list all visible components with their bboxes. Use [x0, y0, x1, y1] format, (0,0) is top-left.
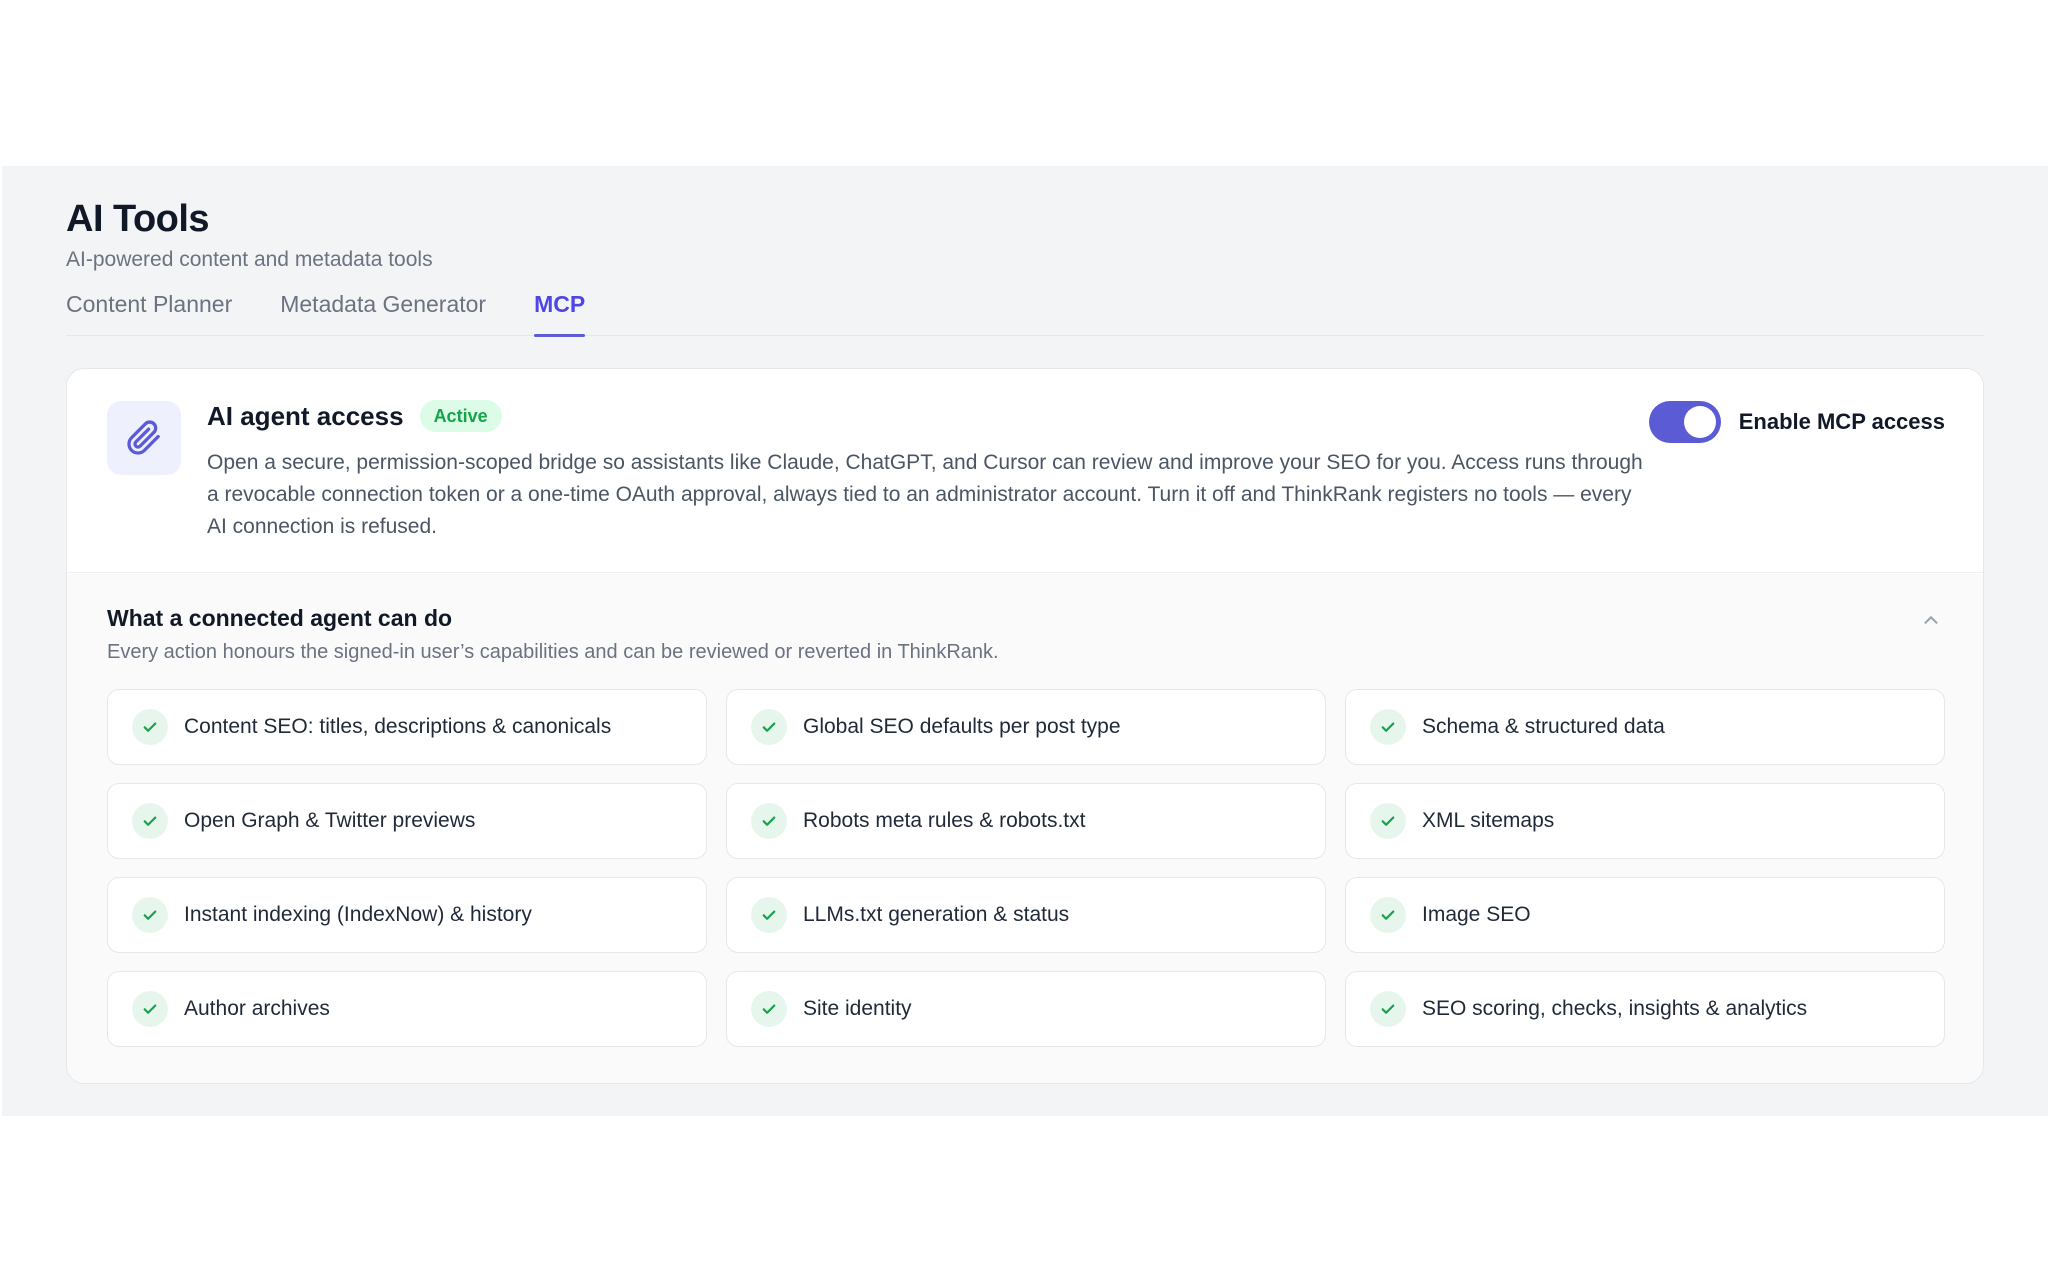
- capability-label: SEO scoring, checks, insights & analytic…: [1422, 997, 1808, 1020]
- check-icon: [132, 991, 168, 1027]
- list-item: Global SEO defaults per post type: [726, 689, 1326, 765]
- toggle-knob: [1683, 406, 1716, 438]
- capability-label: Schema & structured data: [1422, 715, 1665, 738]
- list-item: XML sitemaps: [1345, 783, 1945, 859]
- capability-label: Open Graph & Twitter previews: [184, 809, 476, 832]
- list-item: LLMs.txt generation & status: [726, 877, 1326, 953]
- capability-label: Author archives: [184, 997, 330, 1020]
- check-icon: [1370, 709, 1406, 745]
- enable-mcp-toggle[interactable]: [1648, 401, 1721, 443]
- check-icon: [751, 897, 787, 933]
- check-icon: [132, 897, 168, 933]
- capability-label: Site identity: [803, 997, 912, 1020]
- check-icon: [132, 803, 168, 839]
- page-container: AI Tools AI-powered content and metadata…: [2, 166, 2048, 1116]
- agent-title-row: AI agent access Active: [207, 399, 502, 433]
- capability-label: Robots meta rules & robots.txt: [803, 809, 1086, 832]
- capability-label: Instant indexing (IndexNow) & history: [184, 903, 532, 926]
- paperclip-icon: [107, 401, 181, 475]
- check-icon: [1370, 991, 1406, 1027]
- capability-label: Image SEO: [1422, 903, 1531, 926]
- list-item: Image SEO: [1345, 877, 1945, 953]
- check-icon: [751, 803, 787, 839]
- page-header: AI Tools AI-powered content and metadata…: [66, 196, 1984, 274]
- list-item: Schema & structured data: [1345, 689, 1945, 765]
- list-item: Site identity: [726, 971, 1326, 1047]
- check-icon: [1370, 897, 1406, 933]
- tab-mcp[interactable]: MCP: [534, 284, 586, 337]
- list-item: Instant indexing (IndexNow) & history: [107, 877, 707, 953]
- status-badge: Active: [419, 400, 502, 432]
- list-item: Robots meta rules & robots.txt: [726, 783, 1326, 859]
- enable-mcp-label[interactable]: Enable MCP access: [1739, 409, 1945, 435]
- agent-access-panel: AI agent access Active Open a secure, pe…: [67, 369, 1983, 573]
- capabilities-title: What a connected agent can do: [107, 605, 453, 631]
- tab-bar: Content Planner Metadata Generator MCP: [66, 284, 1984, 337]
- check-icon: [132, 709, 168, 745]
- capability-label: Content SEO: titles, descriptions & cano…: [184, 715, 612, 738]
- capability-label: Global SEO defaults per post type: [803, 715, 1121, 738]
- tab-content-planner[interactable]: Content Planner: [66, 284, 232, 336]
- page-subtitle: AI-powered content and metadata tools: [66, 248, 433, 271]
- list-item: SEO scoring, checks, insights & analytic…: [1345, 971, 1945, 1047]
- capability-label: LLMs.txt generation & status: [803, 903, 1070, 926]
- check-icon: [751, 709, 787, 745]
- capabilities-section: What a connected agent can do Every acti…: [67, 574, 1983, 1083]
- mcp-toggle-group: Enable MCP access: [1648, 401, 1945, 443]
- tab-metadata-generator[interactable]: Metadata Generator: [280, 284, 486, 336]
- check-icon: [1370, 803, 1406, 839]
- agent-access-description: Open a secure, permission-scoped bridge …: [207, 451, 1643, 538]
- list-item: Author archives: [107, 971, 707, 1047]
- list-item: Content SEO: titles, descriptions & cano…: [107, 689, 707, 765]
- mcp-card: AI agent access Active Open a secure, pe…: [66, 368, 1984, 1084]
- capabilities-grid: Content SEO: titles, descriptions & cano…: [107, 689, 1945, 1047]
- check-icon: [751, 991, 787, 1027]
- chevron-up-icon[interactable]: [1917, 606, 1945, 634]
- list-item: Open Graph & Twitter previews: [107, 783, 707, 859]
- agent-access-title: AI agent access: [207, 401, 404, 431]
- capability-label: XML sitemaps: [1422, 809, 1555, 832]
- capabilities-subtitle: Every action honours the signed-in user’…: [107, 641, 999, 663]
- page-title: AI Tools: [66, 198, 210, 240]
